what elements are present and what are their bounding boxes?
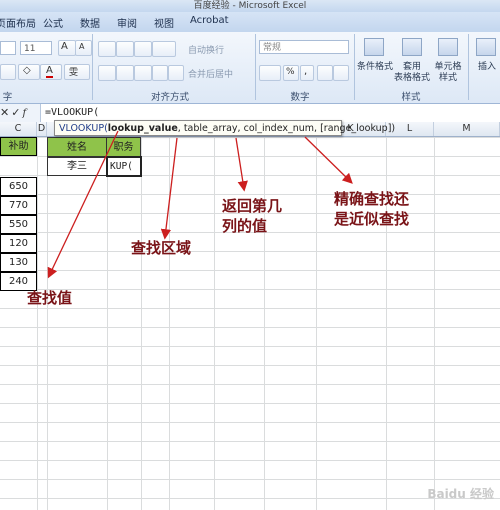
annotation-arrows [47, 130, 353, 279]
annotation-range-lookup: 精确查找还 是近似查找 [334, 190, 410, 228]
annotation-col-index: 返回第几 列的值 [222, 197, 283, 235]
arrow-lookup-value [47, 130, 119, 279]
annotation-lookup-value: 查找值 [27, 289, 73, 307]
watermark: Baidu 经验 [427, 487, 494, 501]
arrow-table-array [160, 137, 178, 240]
annotation-lookup-range: 查找区域 [131, 239, 192, 257]
arrow-range-lookup [304, 136, 353, 184]
arrow-col-index [235, 137, 248, 192]
